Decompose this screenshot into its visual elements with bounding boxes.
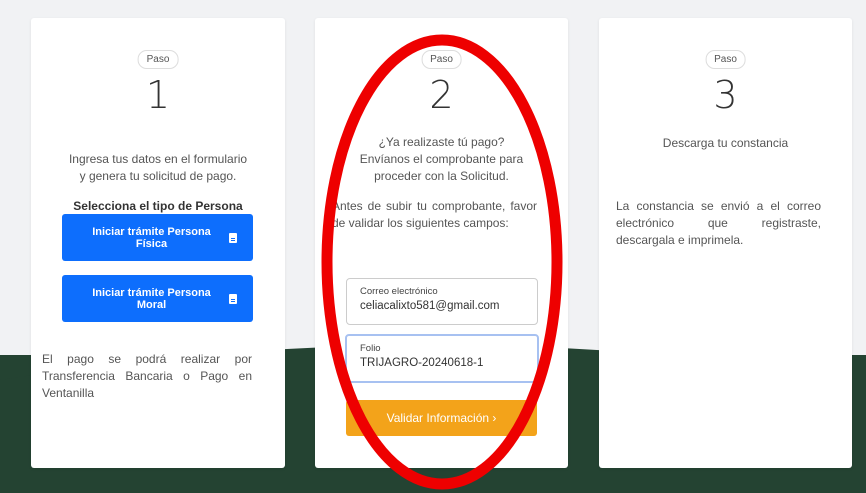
- folio-input[interactable]: [360, 357, 525, 369]
- start-fisica-button[interactable]: Iniciar trámite Persona Física: [62, 214, 253, 261]
- validation-instructions: Antes de subir tu comprobante, favor de …: [332, 199, 537, 230]
- email-label: Correo electrónico: [360, 286, 438, 297]
- step-2-intro: ¿Ya realizaste tú pago? Envíanos el comp…: [359, 135, 524, 183]
- person-type-heading: Selecciona el tipo de Persona: [73, 199, 243, 213]
- step-number: 1: [145, 73, 171, 117]
- validate-button[interactable]: Validar Información ›: [346, 400, 537, 436]
- document-icon: [229, 293, 237, 304]
- step-badge: Paso: [137, 50, 179, 69]
- step-1-intro: Ingresa tus datos en el formulario y gen…: [68, 152, 248, 183]
- payment-note: El pago se podrá realizar por Transferen…: [42, 352, 252, 400]
- step-2-card: Paso 2 ¿Ya realizaste tú pago? Envíanos …: [315, 18, 568, 468]
- folio-field[interactable]: Folio: [345, 334, 539, 383]
- step-3-card: Paso 3 Descarga tu constancia La constan…: [599, 18, 852, 468]
- step-badge: Paso: [421, 50, 462, 69]
- step-number: 2: [429, 73, 454, 117]
- constancia-text: La constancia se envió a el correo elect…: [616, 199, 821, 247]
- document-icon: [229, 232, 237, 243]
- step-3-title: Descarga tu constancia: [662, 136, 789, 150]
- start-moral-button[interactable]: Iniciar trámite Persona Moral: [62, 275, 253, 322]
- email-field[interactable]: Correo electrónico: [346, 278, 538, 325]
- folio-label: Folio: [360, 343, 381, 354]
- step-badge: Paso: [705, 50, 746, 69]
- email-input[interactable]: [360, 300, 525, 312]
- step-number: 3: [713, 73, 738, 117]
- step-1-card: Paso 1 Ingresa tus datos en el formulari…: [31, 18, 285, 468]
